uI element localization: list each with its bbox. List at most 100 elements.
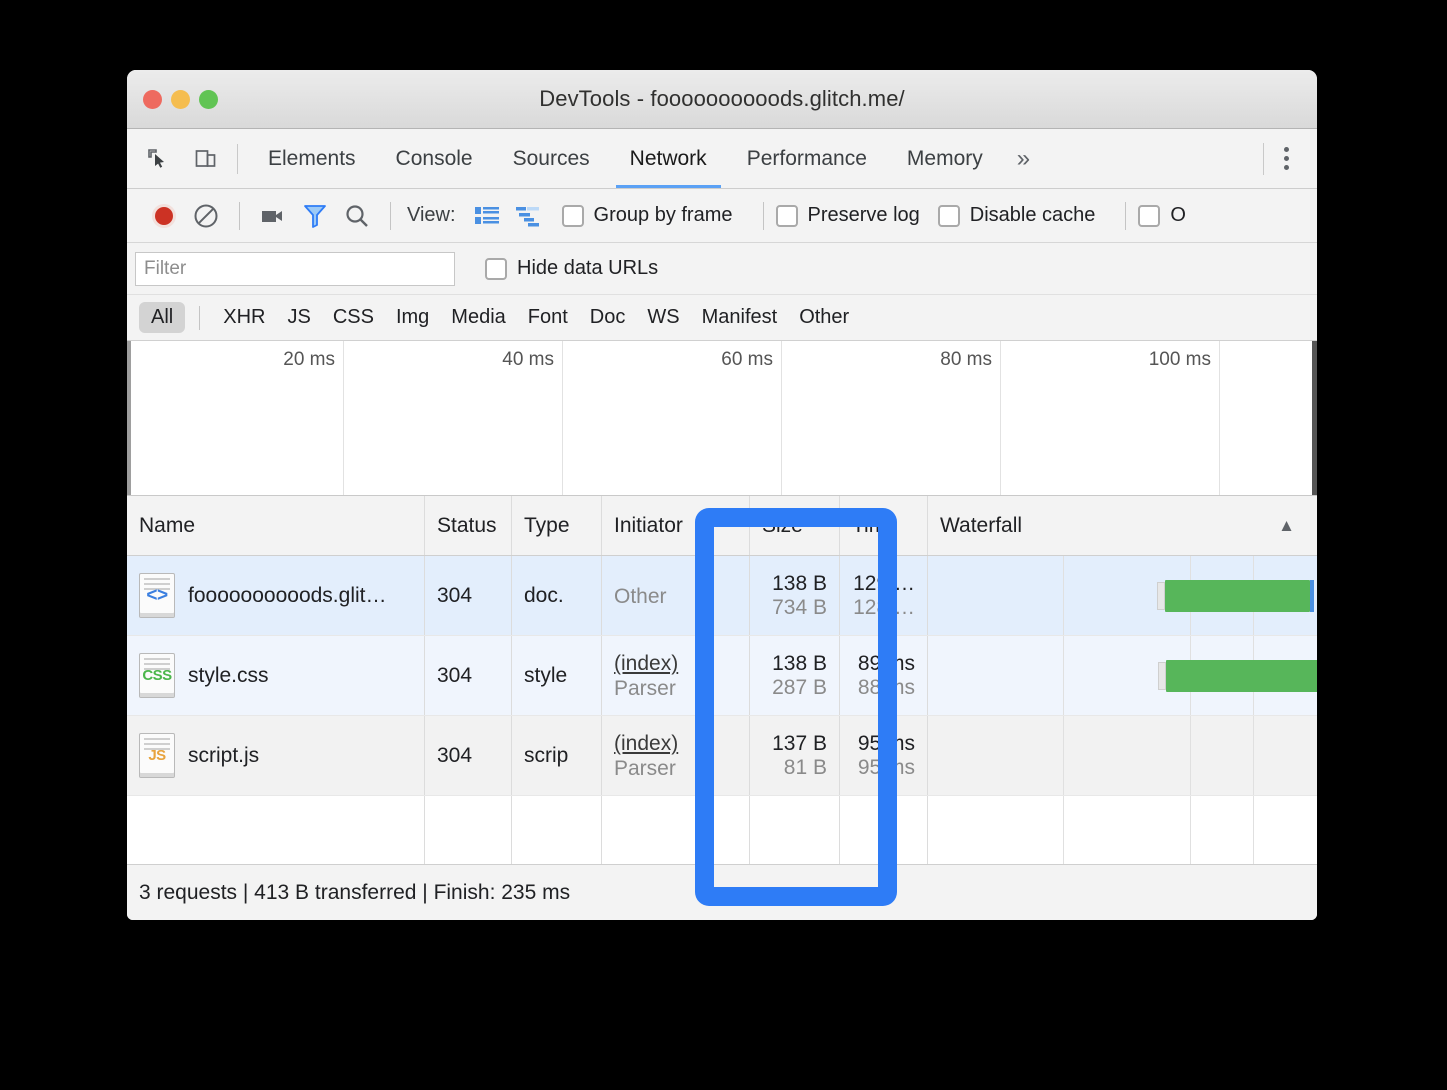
initiator-link[interactable]: (index) [614, 732, 678, 756]
inspect-element-icon[interactable] [141, 142, 175, 176]
cell-waterfall[interactable] [928, 556, 1317, 635]
hide-data-urls-wrap[interactable]: Hide data URLs [485, 257, 658, 280]
preserve-log-checkbox[interactable] [775, 204, 798, 227]
cell-initiator[interactable]: Other [602, 556, 750, 635]
overview-gridline [1000, 341, 1001, 495]
status-summary-text: 3 requests | 413 B transferred | Finish:… [139, 880, 571, 904]
cell-name[interactable]: <> foooooooooods.glit… [127, 556, 425, 635]
column-header-waterfall[interactable]: Waterfall ▲ [928, 496, 1317, 555]
tab-elements[interactable]: Elements [248, 129, 376, 188]
cell-waterfall[interactable] [928, 636, 1317, 715]
disable-cache-checkbox[interactable] [937, 204, 960, 227]
column-header-status[interactable]: Status [425, 496, 512, 555]
disable-cache-checkbox-wrap[interactable]: Disable cache [937, 204, 1095, 227]
screenshot-root: DevTools - foooooooooods.glitch.me/ Elem… [0, 0, 1447, 1090]
group-by-frame-label: Group by frame [593, 204, 733, 226]
controls-divider-3 [762, 201, 764, 230]
table-row[interactable]: <> foooooooooods.glit… 304 doc. Other 13… [127, 556, 1317, 636]
column-header-initiator[interactable]: Initiator [602, 496, 750, 555]
type-filter-manifest[interactable]: Manifest [691, 306, 789, 329]
devtools-tabstrip: Elements Console Sources Network Perform… [127, 129, 1317, 189]
js-icon-glyph: JS [148, 747, 166, 764]
sort-ascending-icon[interactable]: ▲ [1278, 516, 1295, 536]
tab-network[interactable]: Network [610, 129, 727, 188]
time-value: 129 … [853, 571, 915, 595]
overview-tick-100ms: 100 ms [1148, 349, 1211, 370]
offline-label-clipped: O [1170, 204, 1186, 226]
offline-checkbox[interactable] [1138, 204, 1161, 227]
type-filter-media[interactable]: Media [440, 306, 516, 329]
type-filter-img[interactable]: Img [385, 306, 440, 329]
more-tabs-chevron-icon[interactable]: » [1003, 129, 1044, 188]
capture-screenshots-icon[interactable] [252, 195, 294, 237]
cell-name[interactable]: JS script.js [127, 716, 425, 795]
request-name: script.js [188, 743, 260, 767]
type-filter-ws[interactable]: WS [636, 306, 690, 329]
filter-funnel-icon[interactable] [294, 195, 336, 237]
overview-tick-80ms: 80 ms [940, 349, 992, 370]
offline-checkbox-wrap[interactable]: O [1138, 204, 1186, 227]
overview-gridline [562, 341, 563, 495]
controls-divider-4 [1125, 201, 1127, 230]
type-filter-font[interactable]: Font [517, 306, 579, 329]
size-uncompressed: 734 B [772, 595, 827, 619]
hide-data-urls-checkbox[interactable] [485, 257, 507, 280]
cell-size: 137 B 81 B [750, 716, 840, 795]
cell-initiator[interactable]: (index) Parser [602, 716, 750, 795]
filter-input[interactable] [135, 251, 455, 286]
type-filter-css[interactable]: CSS [322, 306, 385, 329]
preserve-log-label: Preserve log [807, 204, 920, 226]
network-controls-toolbar: View: Group by frame Preserve log Disabl… [127, 189, 1317, 243]
network-overview-timeline[interactable]: 20 ms 40 ms 60 ms 80 ms 100 ms [127, 341, 1317, 496]
list-view-icon[interactable] [466, 195, 508, 237]
column-header-time[interactable]: Time [840, 496, 928, 555]
requests-table-header: Name Status Type Initiator Size Time Wat… [127, 496, 1317, 556]
overview-right-handle[interactable] [1312, 341, 1317, 495]
cell-time: 89 ms 88 ms [840, 636, 928, 715]
group-by-frame-checkbox-wrap[interactable]: Group by frame [561, 204, 733, 227]
initiator-type: Parser [614, 677, 676, 700]
panel-tabs: Elements Console Sources Network Perform… [248, 129, 1044, 188]
size-value: 138 B [772, 571, 827, 595]
initiator-link[interactable]: (index) [614, 652, 678, 676]
type-filter-all[interactable]: All [139, 302, 186, 333]
waterfall-bar [1157, 579, 1314, 612]
column-header-type[interactable]: Type [512, 496, 602, 555]
tab-console[interactable]: Console [376, 129, 493, 188]
cell-time: 95 ms 95 ms [840, 716, 928, 795]
table-row[interactable]: JS script.js 304 scrip (index) Parser 13… [127, 716, 1317, 796]
column-header-size[interactable]: Size [750, 496, 840, 555]
more-options-icon[interactable] [1284, 147, 1289, 170]
preserve-log-checkbox-wrap[interactable]: Preserve log [775, 204, 920, 227]
tab-performance[interactable]: Performance [727, 129, 887, 188]
tab-memory[interactable]: Memory [887, 129, 1003, 188]
devtools-window: DevTools - foooooooooods.glitch.me/ Elem… [127, 70, 1317, 920]
cell-name[interactable]: CSS style.css [127, 636, 425, 715]
status-bar: 3 requests | 413 B transferred | Finish:… [127, 864, 1317, 920]
cell-size: 138 B 734 B [750, 556, 840, 635]
waterfall-view-icon[interactable] [508, 195, 550, 237]
size-uncompressed: 81 B [783, 755, 827, 779]
controls-divider-1 [239, 201, 240, 230]
clear-icon[interactable] [185, 195, 227, 237]
window-title: DevTools - foooooooooods.glitch.me/ [539, 86, 905, 111]
cell-type: scrip [512, 716, 602, 795]
cell-size: 138 B 287 B [750, 636, 840, 715]
column-header-name[interactable]: Name [127, 496, 425, 555]
tabstrip-right-controls [1263, 129, 1317, 188]
search-icon[interactable] [336, 195, 378, 237]
cell-type: doc. [512, 556, 602, 635]
initiator-value: Other [614, 584, 667, 608]
tab-sources[interactable]: Sources [493, 129, 610, 188]
type-filter-xhr[interactable]: XHR [212, 306, 276, 329]
device-toolbar-icon[interactable] [189, 142, 223, 176]
type-filter-other[interactable]: Other [788, 306, 860, 329]
overview-gridline [1219, 341, 1220, 495]
record-button-icon[interactable] [143, 195, 185, 237]
cell-initiator[interactable]: (index) Parser [602, 636, 750, 715]
table-row[interactable]: CSS style.css 304 style (index) Parser 1… [127, 636, 1317, 716]
type-filter-js[interactable]: JS [276, 306, 321, 329]
overview-left-handle[interactable] [127, 341, 131, 495]
type-filter-doc[interactable]: Doc [579, 306, 637, 329]
group-by-frame-checkbox[interactable] [561, 204, 584, 227]
